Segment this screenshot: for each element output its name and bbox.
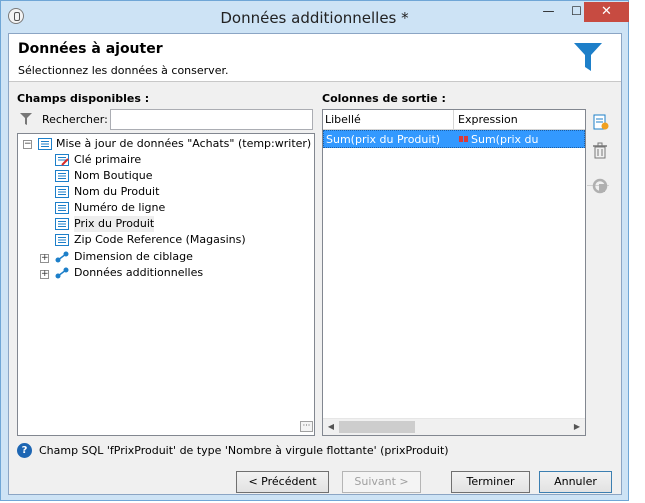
search-row: Rechercher: (17, 109, 313, 131)
add-column-icon[interactable] (590, 112, 610, 132)
tree-field-item[interactable]: Clé primaire (74, 152, 141, 168)
cancel-button[interactable]: Annuler (539, 471, 612, 493)
filter-icon[interactable] (20, 112, 32, 126)
scroll-right-icon[interactable]: ▶ (572, 422, 582, 432)
field-icon (55, 186, 69, 198)
more-button[interactable]: ··· (300, 421, 313, 432)
available-fields-label: Champs disponibles : (17, 92, 150, 105)
link-icon (55, 251, 69, 263)
output-columns-grid[interactable]: Libellé Expression Sum(prix du Produit) … (322, 109, 586, 436)
window-title: Données additionnelles * (220, 9, 409, 27)
next-button[interactable]: Suivant > (342, 471, 421, 493)
status-bar: ? Champ SQL 'fPrixProduit' de type 'Nomb… (17, 443, 617, 461)
fields-tree[interactable]: − Mise à jour de données "Achats" (temp:… (17, 133, 315, 436)
grid-header: Libellé Expression (323, 110, 585, 130)
field-icon (55, 234, 69, 246)
primary-key-icon (55, 154, 69, 166)
cell-expression[interactable]: Sum(prix du Produit) (471, 133, 584, 159)
tree-field-item[interactable]: Nom Boutique (74, 168, 153, 184)
field-icon (55, 170, 69, 182)
cell-libelle[interactable]: Sum(prix du Produit) (326, 133, 440, 146)
page-subtitle: Sélectionnez les données à conserver. (18, 64, 229, 77)
tree-expander[interactable]: + (40, 270, 49, 279)
tree-expander-root[interactable]: − (23, 140, 32, 149)
previous-button[interactable]: < Précédent (236, 471, 329, 493)
scroll-thumb[interactable] (339, 421, 415, 433)
close-button[interactable]: ✕ (584, 2, 629, 22)
tree-link-item[interactable]: Données additionnelles (74, 265, 203, 281)
trash-icon[interactable] (590, 141, 610, 161)
tree-field-item[interactable]: Zip Code Reference (Magasins) (74, 232, 246, 248)
field-icon (55, 218, 69, 230)
page-title: Données à ajouter (18, 41, 163, 57)
horizontal-scrollbar[interactable]: ◀ ▶ (323, 418, 585, 435)
column-divider[interactable] (453, 110, 454, 130)
help-icon[interactable]: ? (17, 443, 32, 458)
aggregate-icon (459, 136, 468, 142)
finish-button[interactable]: Terminer (451, 471, 530, 493)
tree-link-item[interactable]: Dimension de ciblage (74, 249, 193, 265)
output-columns-label: Colonnes de sortie : (322, 92, 446, 105)
funnel-icon (574, 43, 602, 71)
column-header-libelle[interactable]: Libellé (325, 113, 361, 126)
table-icon (38, 138, 52, 150)
search-input[interactable] (110, 109, 313, 130)
minimize-button[interactable]: — (535, 2, 562, 22)
search-label: Rechercher: (42, 113, 108, 126)
scroll-left-icon[interactable]: ◀ (326, 422, 336, 432)
link-icon (55, 267, 69, 279)
field-icon (55, 202, 69, 214)
edit-expression-icon[interactable] (590, 176, 610, 196)
tree-field-item[interactable]: Nom du Produit (74, 184, 159, 200)
dialog-window: Données additionnelles * — ☐ ✕ Données à… (0, 0, 629, 501)
tree-root-item[interactable]: Mise à jour de données "Achats" (temp:wr… (56, 136, 311, 152)
tree-expander[interactable]: + (40, 254, 49, 263)
table-row[interactable]: Sum(prix du Produit) Sum(prix du Produit… (323, 130, 585, 159)
tree-field-item[interactable]: Numéro de ligne (74, 200, 165, 216)
status-text: Champ SQL 'fPrixProduit' de type 'Nombre… (39, 444, 449, 457)
tree-field-item-selected[interactable]: Prix du Produit (74, 216, 155, 232)
dialog-client: Données à ajouter Sélectionnez les donné… (8, 33, 622, 495)
title-bar: Données additionnelles * — ☐ ✕ (1, 1, 629, 33)
column-header-expression[interactable]: Expression (458, 113, 518, 126)
wizard-header: Données à ajouter Sélectionnez les donné… (9, 34, 621, 82)
